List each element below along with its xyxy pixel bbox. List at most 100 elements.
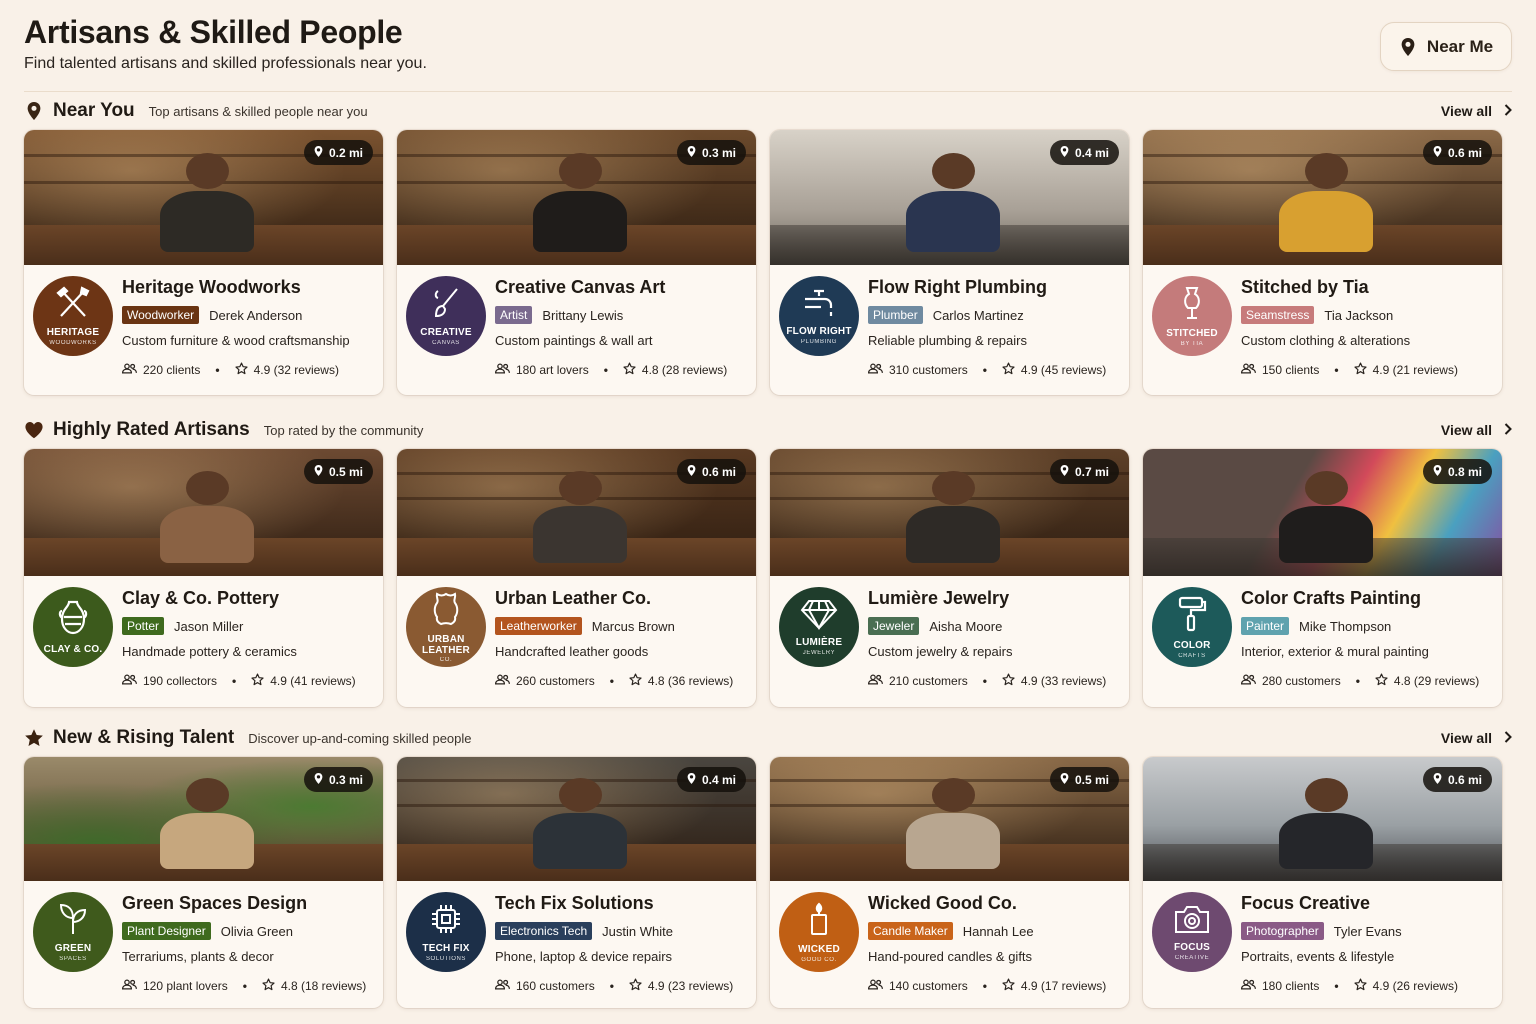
logo-tagline: GOOD CO. [801,956,837,963]
separator-dot: • [232,674,237,688]
person-head [185,470,229,505]
star-icon [251,673,264,689]
artisan-card[interactable]: 0.7 mi LUMIÈRE JEWELRY Lumière Jewelry Jewel… [770,449,1129,707]
card-photo: 0.4 mi [770,130,1129,265]
person-body [160,506,254,564]
distance-badge: 0.8 mi [1422,459,1492,484]
business-logo: CREATIVE CANVAS [406,276,486,356]
rating-text: 4.9 (33 reviews) [1020,674,1107,688]
audience-stat: 280 customers [1240,674,1341,688]
owner-name: Mike Thompson [1299,618,1392,634]
card-meta: Painter Mike Thompson [1241,617,1494,635]
business-logo: TECH FIX SOLUTIONS [406,892,486,972]
audience-count: 190 collectors [143,674,218,688]
artisan-card[interactable]: 0.2 mi HERITAGE WOODWORKS Heritage Woodwork… [24,130,383,395]
view-all-link[interactable]: View all [1441,730,1512,746]
card-row: 0.2 mi HERITAGE WOODWORKS Heritage Woodwork… [24,130,1502,395]
people-icon [121,363,137,377]
artisan-card[interactable]: 0.4 mi TECH FIX SOLUTIONS Tech Fix Solution… [397,757,756,1008]
distance-badge: 0.6 mi [1422,767,1492,792]
person-head [558,152,602,190]
separator-dot: • [609,674,614,688]
distance-badge: 0.7 mi [1049,459,1119,484]
rating-stat: 4.8 (28 reviews) [623,362,727,378]
business-logo: WICKED GOOD CO. [779,892,859,972]
star-icon [24,728,44,748]
person-body [1279,506,1373,564]
section-subtitle: Discover up-and-coming skilled people [248,730,472,746]
artisan-card[interactable]: 0.6 mi STITCHED BY TIA Stitched by Tia Seams… [1143,130,1502,395]
owner-name: Carlos Martinez [932,307,1024,323]
card-info: Stitched by Tia Seamstress Tia Jackson Cust… [1240,277,1494,378]
location-pin-icon [686,145,697,161]
business-description: Hand-poured candles & gifts [868,949,1033,964]
faucet-icon [801,287,837,324]
artisan-card[interactable]: 0.5 mi WICKED GOOD CO. Wicked Good Co. Candl… [770,757,1129,1008]
card-meta: Artist Brittany Lewis [495,306,748,324]
audience-count: 220 clients [143,363,201,377]
card-body: WICKED GOOD CO. Wicked Good Co. Candle Make… [770,881,1129,1008]
star-icon [1353,978,1367,994]
owner-name: Jason Miller [174,618,244,634]
view-all-link[interactable]: View all [1441,103,1512,119]
person-body [906,190,1000,252]
logo-name: LUMIÈRE [795,637,843,649]
audience-stat: 160 customers [494,979,595,993]
role-badge: Woodworker [122,306,200,324]
distance-badge: 0.4 mi [676,767,746,792]
distance-label: 0.6 mi [701,464,736,479]
card-body: URBAN LEATHER CO. Urban Leather Co. Leather… [397,576,756,707]
card-info: Color Crafts Painting Painter Mike Thompso… [1240,588,1494,689]
distance-label: 0.7 mi [1074,464,1109,479]
artisan-card[interactable]: 0.3 mi GREEN SPACES Green Spaces Design Plan… [24,757,383,1008]
near-me-button[interactable]: Near Me [1380,22,1512,71]
rating-text: 4.9 (26 reviews) [1372,979,1458,993]
location-pin-icon [24,101,44,121]
artisan-card[interactable]: 0.8 mi COLOR CRAFTS Color Crafts Painting Pa… [1143,449,1502,707]
card-photo: 0.8 mi [1143,449,1502,576]
business-description: Reliable plumbing & repairs [868,333,1027,348]
chevron-right-icon [1504,422,1512,438]
audience-count: 120 plant lovers [143,979,228,993]
card-info: Focus Creative Photographer Tyler Evans Por… [1240,893,1494,994]
business-name: Heritage Woodworks [122,277,301,297]
distance-badge: 0.6 mi [1422,140,1492,165]
owner-name: Hannah Lee [962,923,1034,939]
card-photo: 0.4 mi [397,757,756,881]
card-stats: 280 customers • 4.8 (29 reviews) [1240,673,1494,689]
section-subtitle: Top artisans & skilled people near you [148,103,368,119]
people-icon [121,979,137,993]
business-logo: URBAN LEATHER CO. [406,587,486,667]
business-logo: FLOW RIGHT PLUMBING [779,276,859,356]
rating-stat: 4.9 (17 reviews) [1002,978,1106,994]
person-head [931,470,975,505]
business-logo: CLAY & CO. [33,587,113,667]
logo-tagline: CANVAS [432,339,460,346]
artisan-card[interactable]: 0.4 mi FLOW RIGHT PLUMBING Flow Right Plumb… [770,130,1129,395]
view-all-link[interactable]: View all [1441,422,1512,438]
role-badge: Artist [495,306,533,324]
location-pin-icon [313,145,324,161]
card-body: TECH FIX SOLUTIONS Tech Fix Solutions Elect… [397,881,756,1008]
location-pin-icon [686,464,697,480]
card-photo: 0.6 mi [397,449,756,576]
card-info: Urban Leather Co. Leatherworker Marcus Bro… [494,588,748,689]
page-header: Artisans & Skilled People Find talented … [24,14,427,73]
rating-text: 4.9 (45 reviews) [1020,363,1107,377]
person-body [533,190,627,252]
audience-stat: 150 clients [1240,363,1319,377]
artisan-card[interactable]: 0.6 mi FOCUS CREATIVE Focus Creative Photogr… [1143,757,1502,1008]
logo-name: WICKED [798,944,840,956]
audience-stat: 260 customers [494,674,595,688]
artisan-card[interactable]: 0.3 mi CREATIVE CANVAS Creative Canvas Art A… [397,130,756,395]
separator-dot: • [603,363,608,377]
near-me-label: Near Me [1426,36,1494,56]
card-body: FOCUS CREATIVE Focus Creative Photographer T… [1143,881,1502,1008]
star-icon [1002,978,1015,994]
vase-icon [57,599,89,642]
card-stats: 150 clients • 4.9 (21 reviews) [1240,362,1494,378]
artisan-card[interactable]: 0.6 mi URBAN LEATHER CO. Urban Leather Co. L… [397,449,756,707]
person-body [906,506,1000,564]
location-pin-icon [1059,772,1070,788]
artisan-card[interactable]: 0.5 mi CLAY & CO. Clay & Co. Pottery Potter… [24,449,383,707]
